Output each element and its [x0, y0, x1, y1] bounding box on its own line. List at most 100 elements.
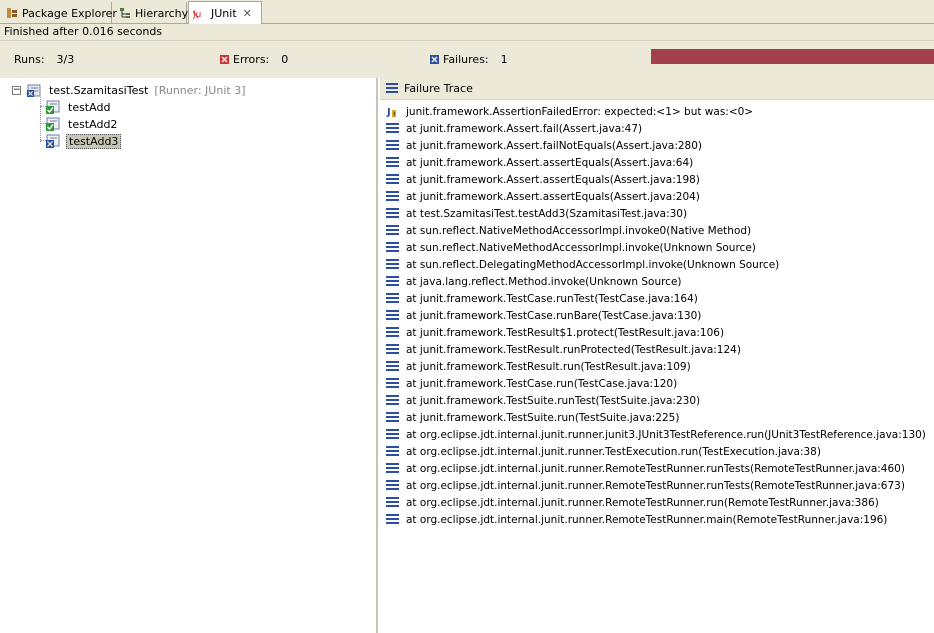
trace-text: at junit.framework.TestSuite.run(TestSui…: [406, 411, 680, 424]
trace-stack-frame[interactable]: at sun.reflect.NativeMethodAccessorImpl.…: [386, 222, 932, 239]
stack-frame-icon: [386, 445, 400, 458]
close-icon[interactable]: ✕: [243, 7, 252, 20]
stack-frame-icon: [386, 309, 400, 322]
trace-stack-frame[interactable]: at org.eclipse.jdt.internal.junit.runner…: [386, 494, 932, 511]
tree-item-testAdd3[interactable]: testAdd3: [46, 133, 122, 149]
trace-stack-frame[interactable]: at junit.framework.TestResult.runProtect…: [386, 341, 932, 358]
trace-stack-frame[interactable]: at sun.reflect.DelegatingMethodAccessorI…: [386, 256, 932, 273]
trace-text: at junit.framework.TestCase.runBare(Test…: [406, 309, 702, 322]
trace-text: at test.SzamitasiTest.testAdd3(Szamitasi…: [406, 207, 688, 220]
trace-text: at org.eclipse.jdt.internal.junit.runner…: [406, 445, 821, 458]
stack-frame-icon: [386, 343, 400, 356]
test-name: testAdd: [68, 100, 111, 114]
test-name: testAdd2: [68, 117, 118, 131]
stack-frame-icon: [386, 207, 400, 220]
counter-panel: Runs: 3/3 Errors: 0 Failures: 1: [0, 40, 934, 78]
errors-value: 0: [281, 52, 289, 66]
trace-stack-frame[interactable]: at junit.framework.TestCase.run(TestCase…: [386, 375, 932, 392]
trace-text: at junit.framework.Assert.assertEquals(A…: [406, 190, 700, 203]
suite-runner: [Runner: JUnit 3]: [154, 83, 246, 97]
status-message: Finished after 0.016 seconds: [0, 24, 934, 40]
trace-stack-frame[interactable]: at junit.framework.TestSuite.runTest(Tes…: [386, 392, 932, 409]
failures-counter: Failures: 1: [430, 52, 508, 66]
trace-stack-frame[interactable]: at junit.framework.Assert.assertEquals(A…: [386, 188, 932, 205]
stack-frame-icon: [386, 241, 400, 254]
trace-text: at junit.framework.Assert.assertEquals(A…: [406, 173, 700, 186]
trace-text: at sun.reflect.NativeMethodAccessorImpl.…: [406, 224, 752, 237]
stack-frame-icon: [386, 428, 400, 441]
trace-stack-frame[interactable]: at java.lang.reflect.Method.invoke(Unkno…: [386, 273, 932, 290]
trace-stack-frame[interactable]: at junit.framework.Assert.assertEquals(A…: [386, 154, 932, 171]
stack-frame-icon: [386, 394, 400, 407]
stack-frame-icon: [386, 462, 400, 475]
stack-frame-icon: [386, 156, 400, 169]
trace-stack-frame[interactable]: at junit.framework.Assert.failNotEquals(…: [386, 137, 932, 154]
trace-text: at junit.framework.TestCase.runTest(Test…: [406, 292, 698, 305]
failure-trace-header: Failure Trace: [380, 78, 934, 100]
test-tree-pane: − test.SzamitasiTest [Runner: JUnit 3] t…: [0, 78, 378, 633]
stack-frame-icon: [386, 326, 400, 339]
stack-frame-icon: [386, 190, 400, 203]
exception-icon: J!: [386, 106, 400, 118]
trace-stack-frame[interactable]: at org.eclipse.jdt.internal.junit.runner…: [386, 511, 932, 528]
trace-text: at junit.framework.TestResult.runProtect…: [406, 343, 741, 356]
trace-stack-frame[interactable]: at junit.framework.TestResult$1.protect(…: [386, 324, 932, 341]
failures-label: Failures:: [443, 52, 489, 66]
trace-text: at sun.reflect.NativeMethodAccessorImpl.…: [406, 241, 756, 254]
error-icon: [220, 54, 229, 64]
trace-text: at java.lang.reflect.Method.invoke(Unkno…: [406, 275, 682, 288]
failure-trace-title: Failure Trace: [404, 82, 473, 95]
trace-stack-frame[interactable]: at junit.framework.Assert.assertEquals(A…: [386, 171, 932, 188]
test-passed-icon: [46, 117, 62, 131]
stack-frame-icon: [386, 479, 400, 492]
stack-frame-icon: [386, 139, 400, 152]
failure-icon: [430, 54, 439, 64]
trace-exception-line[interactable]: J! junit.framework.AssertionFailedError: …: [386, 103, 932, 120]
tree-root-suite[interactable]: − test.SzamitasiTest [Runner: JUnit 3]: [12, 82, 245, 98]
tab-junit[interactable]: Ju JUnit ✕: [188, 1, 262, 24]
test-suite-failed-icon: [27, 83, 43, 97]
trace-text: junit.framework.AssertionFailedError: ex…: [406, 105, 754, 118]
stack-frame-icon: [386, 360, 400, 373]
collapse-icon[interactable]: −: [12, 85, 21, 95]
trace-text: at junit.framework.TestSuite.runTest(Tes…: [406, 394, 701, 407]
trace-text: at org.eclipse.jdt.internal.junit.runner…: [406, 428, 926, 441]
junit-icon: Ju: [193, 6, 207, 20]
trace-text: at org.eclipse.jdt.internal.junit.runner…: [406, 479, 905, 492]
stack-frame-icon: [386, 292, 400, 305]
tab-hierarchy[interactable]: Hierarchy: [115, 2, 189, 24]
trace-text: at junit.framework.Assert.assertEquals(A…: [406, 156, 694, 169]
trace-stack-frame[interactable]: at test.SzamitasiTest.testAdd3(Szamitasi…: [386, 205, 932, 222]
tab-label: Package Explorer: [22, 6, 117, 20]
trace-stack-frame[interactable]: at sun.reflect.NativeMethodAccessorImpl.…: [386, 239, 932, 256]
stack-frame-icon: [386, 275, 400, 288]
failure-trace-pane: Failure Trace J! junit.framework.Assertio…: [380, 78, 934, 633]
stack-trace-icon: [386, 83, 398, 94]
trace-text: at junit.framework.TestResult$1.protect(…: [406, 326, 725, 339]
trace-stack-frame[interactable]: at org.eclipse.jdt.internal.junit.runner…: [386, 477, 932, 494]
svg-text:!: !: [393, 110, 396, 118]
trace-stack-frame[interactable]: at org.eclipse.jdt.internal.junit.runner…: [386, 426, 932, 443]
package-explorer-icon: [6, 6, 18, 20]
trace-stack-frame[interactable]: at junit.framework.Assert.fail(Assert.ja…: [386, 120, 932, 137]
view-tab-bar: Package Explorer Hierarchy Ju JUnit ✕: [0, 0, 934, 24]
stack-frame-icon: [386, 122, 400, 135]
trace-stack-frame[interactable]: at junit.framework.TestCase.runTest(Test…: [386, 290, 932, 307]
trace-stack-frame[interactable]: at junit.framework.TestSuite.run(TestSui…: [386, 409, 932, 426]
errors-counter: Errors: 0: [220, 52, 288, 66]
stack-frame-icon: [386, 496, 400, 509]
trace-stack-frame[interactable]: at junit.framework.TestCase.runBare(Test…: [386, 307, 932, 324]
tree-item-testAdd2[interactable]: testAdd2: [46, 116, 119, 132]
trace-text: at junit.framework.TestResult.run(TestRe…: [406, 360, 691, 373]
trace-stack-frame[interactable]: at org.eclipse.jdt.internal.junit.runner…: [386, 460, 932, 477]
failures-value: 1: [500, 52, 508, 66]
svg-text:J: J: [386, 107, 391, 118]
trace-stack-frame[interactable]: at junit.framework.TestResult.run(TestRe…: [386, 358, 932, 375]
trace-stack-frame[interactable]: at org.eclipse.jdt.internal.junit.runner…: [386, 443, 932, 460]
tree-item-testAdd[interactable]: testAdd: [46, 99, 112, 115]
tab-label: Hierarchy: [135, 6, 189, 20]
tab-package-explorer[interactable]: Package Explorer: [2, 2, 117, 24]
suite-name: test.SzamitasiTest: [49, 83, 149, 97]
stack-frame-icon: [386, 411, 400, 424]
stack-frame-icon: [386, 377, 400, 390]
